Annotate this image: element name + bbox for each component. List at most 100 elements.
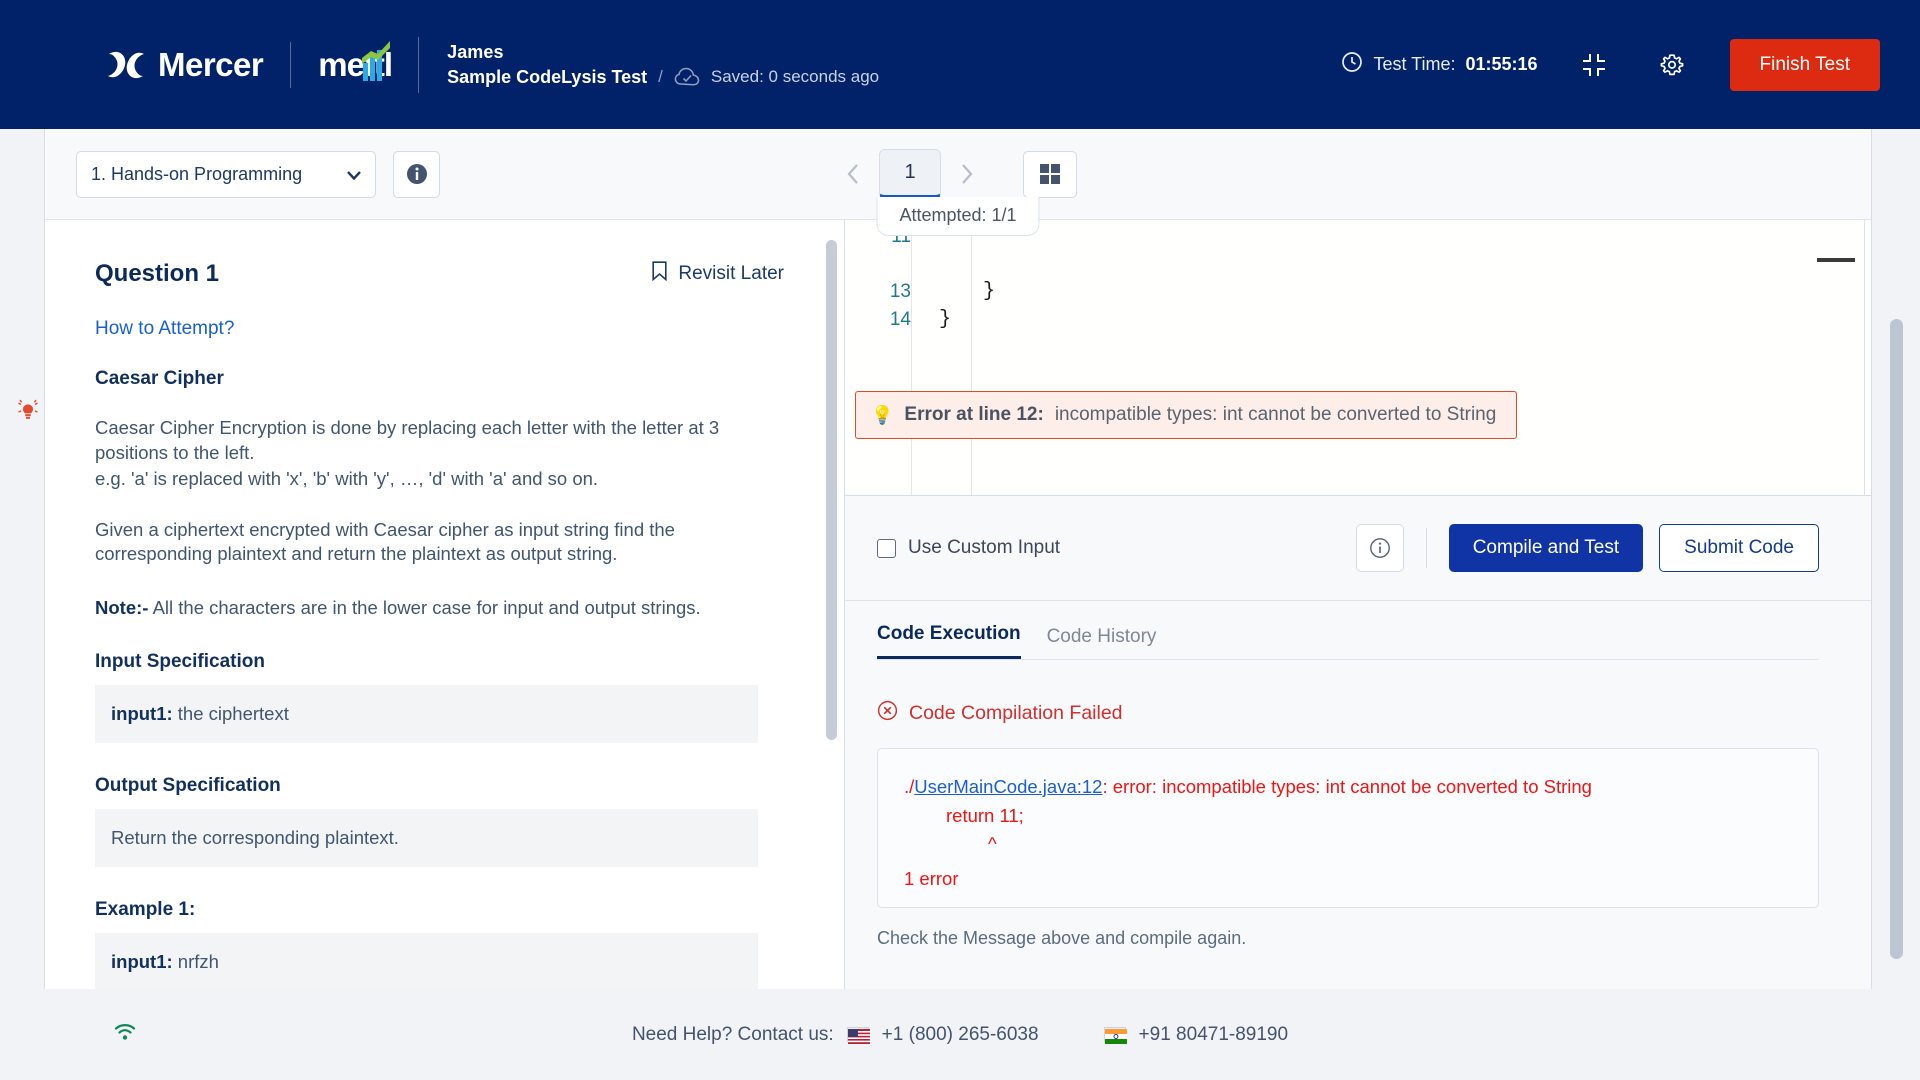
inline-error-title: Error at line 12: (904, 404, 1043, 426)
input-spec-key: input1: (111, 703, 173, 724)
question-pager: 1 (839, 149, 1077, 199)
phone-in-group: +91 80471-89190 (1104, 1024, 1289, 1046)
results-panel: Code Execution Code History Code Compila… (845, 601, 1871, 1031)
candidate-name: James (447, 42, 879, 63)
editor-gutter-rule-2 (971, 220, 972, 495)
error-detail: : error: incompatible types: int cannot … (1102, 776, 1591, 797)
execution-controls: Use Custom Input Compile and Test (845, 496, 1871, 601)
revisit-later-label: Revisit Later (678, 263, 784, 285)
section-info-button[interactable] (393, 151, 440, 198)
example-box: input1: nrfzh (95, 933, 758, 991)
us-flag-icon (847, 1027, 869, 1042)
code-line-14: 14 } (865, 308, 951, 331)
code-editor[interactable]: 11 13 } 14 } (845, 220, 1871, 496)
question-content: Question 1 Revisit Later How to Attempt?… (45, 220, 844, 1001)
header-divider (418, 37, 419, 93)
tab-code-execution[interactable]: Code Execution (877, 623, 1021, 659)
next-question-button[interactable] (953, 154, 981, 194)
use-custom-input-toggle[interactable]: Use Custom Input (877, 537, 1060, 559)
input-spec-box: input1: the ciphertext (95, 685, 758, 743)
test-card: 1. Hands-on Programming 1 (44, 129, 1872, 1032)
app-footer: Need Help? Contact us: +1 (800) 265-6038 (0, 989, 1920, 1080)
page-title: Question 1 (95, 260, 219, 288)
test-title: Sample CodeLysis Test (447, 67, 647, 88)
mettl-logo: mettl (318, 46, 392, 84)
inline-error-tooltip: 💡 Error at line 12: incompatible types: … (855, 391, 1517, 439)
page-scrollbar[interactable] (1890, 319, 1903, 959)
compiler-output: ./UserMainCode.java:12: error: incompati… (877, 748, 1819, 908)
results-tabs: Code Execution Code History (877, 623, 1819, 660)
section-dropdown[interactable]: 1. Hands-on Programming (76, 151, 376, 198)
header-actions: Test Time: 01:55:16 Finish Test (1341, 39, 1880, 91)
mettl-bars-icon (361, 41, 391, 81)
compile-hint: Check the Message above and compile agai… (877, 928, 1819, 949)
question-grid-button[interactable] (1023, 151, 1077, 198)
error-circle-icon (877, 700, 898, 726)
error-file-link[interactable]: UserMainCode.java:12 (914, 776, 1102, 797)
chevron-left-icon (847, 164, 859, 184)
attempted-badge: Attempted: 1/1 (876, 197, 1039, 236)
revisit-later-button[interactable]: Revisit Later (652, 261, 784, 287)
test-time-label: Test Time: (1373, 54, 1455, 75)
app-header: Mercer mettl James Sample CodeLysis Test… (0, 0, 1920, 129)
tab-code-history[interactable]: Code History (1047, 626, 1157, 659)
line-text: } (983, 280, 995, 303)
collapse-icon (1581, 52, 1607, 78)
question-number-tab[interactable]: 1 (879, 149, 941, 199)
input-spec-value: the ciphertext (178, 703, 289, 724)
error-code-line: return 11; (904, 802, 1792, 831)
status-badge: Code Compilation Failed (909, 702, 1123, 725)
test-timer: Test Time: 01:55:16 (1341, 51, 1537, 78)
mercer-logo: Mercer (105, 46, 263, 84)
execution-info-button[interactable] (1356, 524, 1404, 572)
logo-divider (290, 42, 291, 88)
problem-paragraph-1: Caesar Cipher Encryption is done by repl… (95, 416, 784, 465)
example-value: nrfzh (178, 951, 219, 972)
submit-code-button[interactable]: Submit Code (1659, 524, 1819, 572)
saved-status: Saved: 0 seconds ago (711, 67, 879, 87)
output-spec-value: Return the corresponding plaintext. (111, 827, 399, 848)
gear-icon (1659, 52, 1685, 78)
phone-in: +91 80471-89190 (1139, 1024, 1289, 1046)
editor-gutter-rule-1 (911, 220, 912, 495)
help-label: Need Help? Contact us: (632, 1024, 834, 1046)
inline-error-message: incompatible types: int cannot be conver… (1055, 404, 1496, 426)
note-label: Note:- (95, 597, 148, 618)
exit-fullscreen-button[interactable] (1572, 43, 1616, 87)
input-spec-heading: Input Specification (95, 651, 784, 673)
prev-question-button[interactable] (839, 154, 867, 194)
content-split: Question 1 Revisit Later How to Attempt?… (45, 220, 1871, 1031)
checkbox-icon[interactable] (877, 539, 896, 558)
compile-and-test-button[interactable]: Compile and Test (1449, 524, 1643, 572)
test-status-line: Sample CodeLysis Test / Saved: 0 seconds… (447, 67, 879, 88)
test-meta: James Sample CodeLysis Test / Saved: 0 s… (447, 42, 879, 88)
error-file-prefix: ./ (904, 776, 914, 797)
error-count: 1 error (904, 865, 1792, 894)
output-spec-heading: Output Specification (95, 775, 784, 797)
section-dropdown-label: 1. Hands-on Programming (91, 164, 302, 185)
line-number: 14 (865, 309, 911, 331)
finish-test-button[interactable]: Finish Test (1730, 39, 1880, 91)
editor-error-bulb-icon[interactable] (16, 399, 40, 429)
controls-divider (1426, 528, 1427, 568)
note-text: All the characters are in the lower case… (153, 597, 701, 618)
use-custom-input-label: Use Custom Input (908, 537, 1060, 559)
example-key: input1: (111, 951, 173, 972)
page-body: 1. Hands-on Programming 1 (0, 129, 1920, 1080)
problem-paragraph-2: Given a ciphertext encrypted with Caesar… (95, 518, 784, 567)
compilation-status: Code Compilation Failed (877, 700, 1819, 726)
problem-paragraph-1b: e.g. 'a' is replaced with 'x', 'b' with … (95, 467, 784, 492)
india-flag-icon (1104, 1027, 1126, 1042)
how-to-attempt-link[interactable]: How to Attempt? (95, 318, 784, 340)
bookmark-icon (652, 261, 667, 287)
editor-minimap-marker (1817, 258, 1855, 262)
grid-icon (1039, 163, 1061, 185)
settings-button[interactable] (1650, 43, 1694, 87)
line-text: } (939, 308, 951, 331)
test-time-value: 01:55:16 (1465, 54, 1537, 75)
question-scrollbar[interactable] (826, 240, 837, 740)
breadcrumb-separator: / (658, 67, 663, 87)
lightbulb-icon: 💡 (871, 405, 893, 426)
editor-right-rule (1864, 220, 1865, 495)
problem-title: Caesar Cipher (95, 368, 784, 390)
